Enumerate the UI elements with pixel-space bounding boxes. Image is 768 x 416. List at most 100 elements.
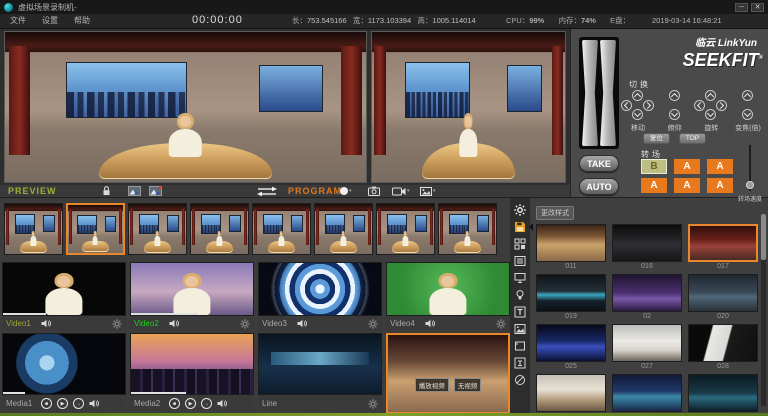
line-thumbnail[interactable] — [258, 333, 382, 395]
speaker-icon[interactable] — [41, 319, 51, 328]
menu-help[interactable]: 帮助 — [70, 14, 94, 27]
scene-thumbnail[interactable] — [688, 274, 758, 312]
gear-icon[interactable] — [496, 319, 506, 329]
transition-button-a-3[interactable]: A — [641, 178, 667, 193]
scene-thumbnail[interactable] — [612, 224, 682, 262]
t-bar-handle-left[interactable] — [582, 40, 598, 146]
scene-thumbnail[interactable] — [536, 324, 606, 362]
media2-thumbnail[interactable] — [130, 333, 254, 395]
t-bar-handle-right[interactable] — [600, 40, 616, 146]
change-style-button[interactable]: 更改样式 — [536, 206, 574, 220]
up-arrow-button[interactable] — [632, 90, 643, 101]
stop-button[interactable]: ■ — [41, 398, 52, 409]
scene-thumbnail[interactable] — [536, 374, 606, 412]
media1-progress[interactable] — [3, 392, 25, 394]
video3-thumbnail[interactable] — [258, 262, 382, 316]
camera-angle-thumb-8[interactable] — [438, 203, 497, 255]
scene-thumbnail[interactable] — [612, 374, 682, 412]
image-capture-icon[interactable]: ▾ — [420, 185, 436, 197]
auto-button[interactable]: AUTO — [579, 178, 619, 195]
down-arrow-button[interactable] — [632, 109, 643, 120]
frame-icon[interactable] — [512, 339, 528, 353]
media2-progress[interactable] — [131, 392, 186, 394]
text-icon[interactable] — [512, 305, 528, 319]
media1-thumbnail[interactable] — [2, 333, 126, 395]
save-icon[interactable] — [512, 220, 528, 234]
transition-button-a-5[interactable]: A — [707, 178, 733, 193]
scene-scrollbar[interactable] — [761, 214, 766, 406]
scene-thumbnail[interactable] — [688, 224, 758, 262]
video-capture-icon[interactable]: ▾ — [392, 185, 410, 197]
top-button[interactable]: TOP — [679, 133, 706, 144]
caption-icon[interactable] — [512, 356, 528, 370]
reset-button[interactable]: 复位 — [643, 133, 670, 144]
video1-progress[interactable] — [3, 313, 46, 315]
camera-angle-thumb-7[interactable] — [376, 203, 435, 255]
image-icon[interactable] — [512, 322, 528, 336]
grid-icon[interactable] — [512, 237, 528, 251]
up-arrow-button[interactable] — [742, 90, 753, 101]
preview-monitor[interactable] — [4, 31, 367, 183]
overlay-image-icon-2[interactable] — [149, 185, 162, 197]
camera-angle-thumb-2[interactable] — [66, 203, 125, 255]
gear-icon[interactable] — [368, 319, 378, 329]
gear-icon[interactable] — [512, 203, 528, 217]
monitor-icon[interactable] — [512, 271, 528, 285]
snapshot-camera-icon[interactable] — [368, 185, 380, 197]
ban-icon[interactable] — [512, 373, 528, 387]
up-arrow-button[interactable] — [669, 90, 680, 101]
video2-thumbnail[interactable] — [130, 262, 254, 316]
gear-icon[interactable] — [112, 319, 122, 329]
right-arrow-button[interactable] — [643, 100, 654, 111]
selected-scene-preview[interactable]: 播放视频 无视频 — [386, 333, 510, 414]
lock-icon[interactable] — [102, 185, 111, 197]
camera-angle-thumb-5[interactable] — [252, 203, 311, 255]
bulb-icon[interactable] — [512, 288, 528, 302]
play-button[interactable]: ▶ — [57, 398, 68, 409]
video4-thumbnail[interactable] — [386, 262, 510, 316]
gear-icon[interactable] — [368, 399, 378, 409]
transition-button-b-0[interactable]: B — [641, 159, 667, 174]
right-arrow-button[interactable] — [716, 100, 727, 111]
down-arrow-button[interactable] — [669, 109, 680, 120]
left-arrow-button[interactable] — [694, 100, 705, 111]
transition-button-a-2[interactable]: A — [707, 159, 733, 174]
program-monitor[interactable] — [371, 31, 566, 183]
speaker-icon[interactable] — [217, 399, 227, 408]
play-video-in-scene-button[interactable]: 播放视频 — [415, 378, 449, 392]
speed-slider-thumb[interactable] — [746, 181, 754, 189]
camera-angle-thumb-6[interactable] — [314, 203, 373, 255]
scene-thumbnail[interactable] — [612, 324, 682, 362]
transition-button-a-4[interactable]: A — [674, 178, 700, 193]
t-bar-fader[interactable] — [579, 37, 619, 149]
scene-thumbnail[interactable] — [688, 324, 758, 362]
camera-angle-thumb-3[interactable] — [128, 203, 187, 255]
take-button[interactable]: TAKE — [579, 155, 619, 172]
overlay-image-icon-1[interactable] — [128, 185, 141, 197]
menu-file[interactable]: 文件 — [6, 14, 30, 27]
scene-thumbnail[interactable] — [536, 274, 606, 312]
down-arrow-button[interactable] — [742, 109, 753, 120]
record-icon[interactable]: ▾ — [340, 185, 352, 197]
video1-thumbnail[interactable] — [2, 262, 126, 316]
scene-scrollbar-thumb[interactable] — [761, 214, 766, 260]
scene-thumbnail[interactable] — [612, 274, 682, 312]
speed-slider[interactable] — [749, 145, 751, 191]
play-button[interactable]: ▶ — [185, 398, 196, 409]
speaker-icon[interactable] — [169, 319, 179, 328]
close-button[interactable]: ✕ — [751, 3, 764, 12]
scene-thumbnail[interactable] — [536, 224, 606, 262]
gear-icon[interactable] — [240, 319, 250, 329]
speaker-icon[interactable] — [297, 319, 307, 328]
stop-button[interactable]: ■ — [169, 398, 180, 409]
next-button[interactable]: → — [73, 398, 84, 409]
speaker-icon[interactable] — [425, 319, 435, 328]
scene-thumbnail[interactable] — [688, 374, 758, 412]
up-arrow-button[interactable] — [705, 90, 716, 101]
menu-settings[interactable]: 设置 — [38, 14, 62, 27]
next-button[interactable]: → — [201, 398, 212, 409]
camera-angle-thumb-1[interactable] — [4, 203, 63, 255]
speaker-icon[interactable] — [89, 399, 99, 408]
left-arrow-button[interactable] — [621, 100, 632, 111]
transition-button-a-1[interactable]: A — [674, 159, 700, 174]
